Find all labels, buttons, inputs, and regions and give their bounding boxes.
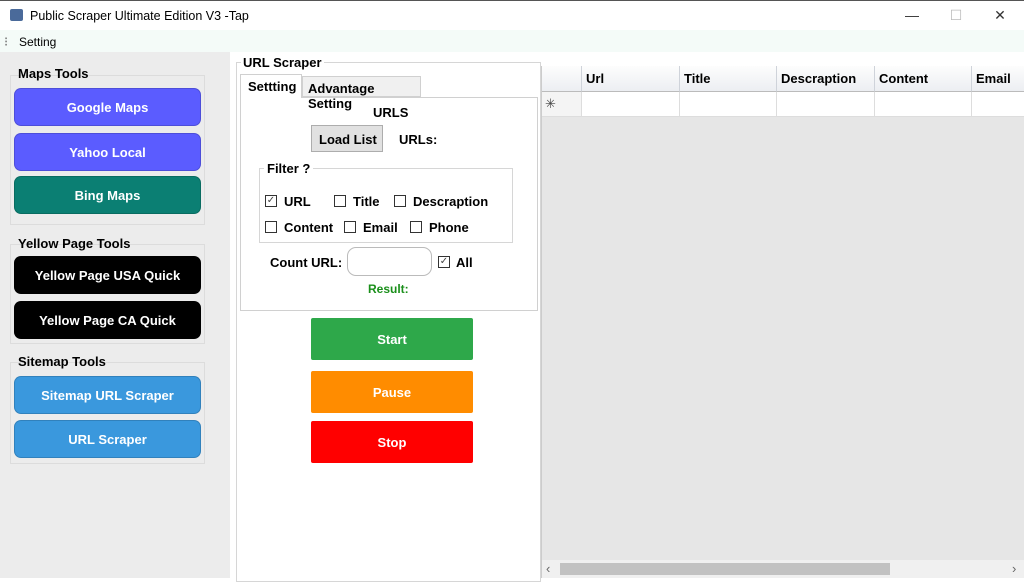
all-checkbox[interactable]: ✓ [438, 256, 450, 268]
maps-tools-label: Maps Tools [18, 66, 89, 81]
bing-maps-button[interactable]: Bing Maps [14, 176, 201, 214]
yellow-page-ca-button[interactable]: Yellow Page CA Quick [14, 301, 201, 339]
sidebar: Maps Tools Google Maps Yahoo Local Bing … [0, 52, 230, 578]
yellow-page-tools-label: Yellow Page Tools [18, 236, 130, 251]
url-scraper-button[interactable]: URL Scraper [14, 420, 201, 458]
grid-corner [542, 66, 582, 92]
maximize-button[interactable]: ☐ [946, 7, 966, 24]
sitemap-tools-label: Sitemap Tools [18, 354, 106, 369]
urls-heading: URLS [373, 105, 408, 120]
tab-settting[interactable]: Settting [240, 74, 302, 98]
menu-bar: ⁝ Setting [0, 30, 1024, 52]
column-header-email[interactable]: Email [972, 66, 1024, 92]
result-label: Result: [368, 282, 409, 296]
column-header-title[interactable]: Title [680, 66, 777, 92]
grid-cell[interactable] [875, 92, 972, 117]
grid-cell[interactable] [582, 92, 680, 117]
column-header-descraption[interactable]: Descraption [777, 66, 875, 92]
filter-phone-label: Phone [429, 220, 469, 235]
grid-cell[interactable] [972, 92, 1024, 117]
scroll-right-icon[interactable]: › [1012, 561, 1016, 576]
filter-content-label: Content [284, 220, 333, 235]
yahoo-local-button[interactable]: Yahoo Local [14, 133, 201, 171]
minimize-button[interactable]: — [902, 7, 922, 23]
scrollbar-thumb[interactable] [560, 563, 890, 575]
sitemap-url-scraper-button[interactable]: Sitemap URL Scraper [14, 376, 201, 414]
results-grid[interactable]: ✳ UrlTitleDescraptionContentEmail ‹ › [541, 66, 1024, 578]
tab-advantage-setting[interactable]: Advantage Setting [302, 76, 421, 97]
title-bar: Public Scraper Ultimate Edition V3 -Tap … [0, 0, 1024, 30]
filter-email-checkbox[interactable] [344, 221, 356, 233]
app-icon [10, 9, 23, 21]
new-row-marker: ✳ [542, 92, 582, 117]
filter-title: Filter ? [264, 161, 313, 176]
urls-count-label: URLs: [399, 132, 437, 147]
filter-url-label: URL [284, 194, 311, 209]
filter-phone-checkbox[interactable] [410, 221, 422, 233]
grid-cell[interactable] [777, 92, 875, 117]
all-label: All [456, 255, 473, 270]
load-list-button[interactable]: Load List [311, 125, 383, 152]
column-header-url[interactable]: Url [582, 66, 680, 92]
filter-title-checkbox[interactable] [334, 195, 346, 207]
pause-button[interactable]: Pause [311, 371, 473, 413]
scroll-left-icon[interactable]: ‹ [546, 561, 550, 576]
stop-button[interactable]: Stop [311, 421, 473, 463]
google-maps-button[interactable]: Google Maps [14, 88, 201, 126]
menu-setting[interactable]: Setting [19, 35, 56, 49]
filter-url-checkbox[interactable]: ✓ [265, 195, 277, 207]
start-button[interactable]: Start [311, 318, 473, 360]
grid-cell[interactable] [680, 92, 777, 117]
filter-content-checkbox[interactable] [265, 221, 277, 233]
url-scraper-title: URL Scraper [241, 55, 324, 70]
close-button[interactable]: ✕ [990, 7, 1010, 24]
count-url-input[interactable] [347, 247, 432, 276]
count-url-label: Count URL: [270, 255, 342, 270]
horizontal-scrollbar[interactable]: ‹ › [542, 560, 1024, 578]
yellow-page-usa-button[interactable]: Yellow Page USA Quick [14, 256, 201, 294]
filter-descraption-label: Descraption [413, 194, 488, 209]
filter-title-label: Title [353, 194, 380, 209]
grip-icon: ⁝ [4, 34, 8, 50]
url-scraper-panel: URL Scraper Settting Advantage Setting U… [230, 52, 541, 578]
window-title: Public Scraper Ultimate Edition V3 -Tap [30, 9, 249, 23]
filter-email-label: Email [363, 220, 398, 235]
column-header-content[interactable]: Content [875, 66, 972, 92]
filter-descraption-checkbox[interactable] [394, 195, 406, 207]
